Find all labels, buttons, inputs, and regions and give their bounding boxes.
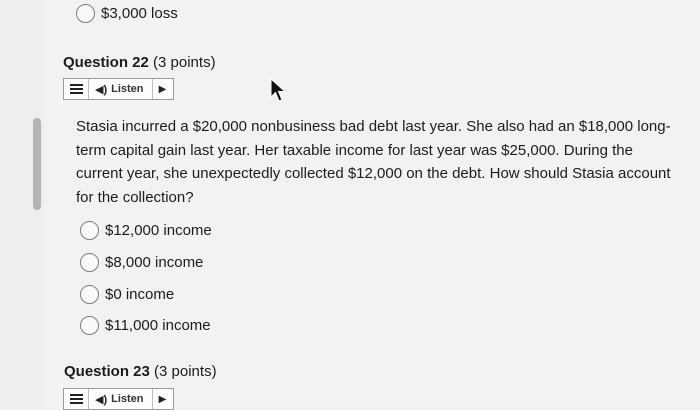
question-22-heading: Question 22 (3 points) bbox=[63, 54, 216, 71]
question-23-points: (3 points) bbox=[154, 363, 217, 380]
menu-icon bbox=[69, 84, 83, 94]
option-4-label: $11,000 income bbox=[105, 317, 211, 334]
menu-icon bbox=[69, 394, 83, 404]
radio-option-2[interactable] bbox=[80, 253, 99, 272]
question-22-title: Question 22 bbox=[63, 54, 149, 71]
question-23-heading: Question 23 (3 points) bbox=[64, 363, 217, 380]
play-icon: ▶ bbox=[158, 83, 167, 95]
radio-prev-option[interactable] bbox=[76, 4, 95, 23]
speaker-icon: ◀) bbox=[95, 393, 108, 406]
listen-button-q23[interactable]: ◀) Listen bbox=[89, 389, 153, 409]
listen-button[interactable]: ◀) Listen bbox=[89, 79, 153, 99]
question-23-title: Question 23 bbox=[64, 363, 150, 380]
play-button-q23[interactable]: ▶ bbox=[153, 389, 173, 409]
mouse-pointer-icon bbox=[270, 78, 287, 102]
listen-label: Listen bbox=[111, 83, 144, 95]
option-2-label: $8,000 income bbox=[105, 254, 204, 271]
prev-option-label: $3,000 loss bbox=[101, 5, 178, 22]
option-1-label: $12,000 income bbox=[105, 222, 212, 239]
speaker-icon: ◀) bbox=[95, 83, 108, 96]
listen-menu-button-q23[interactable] bbox=[64, 389, 89, 409]
radio-option-1[interactable] bbox=[80, 221, 99, 240]
question-22-points: (3 points) bbox=[153, 54, 216, 71]
radio-option-4[interactable] bbox=[80, 316, 99, 335]
option-3-label: $0 income bbox=[105, 286, 175, 303]
listen-menu-button[interactable] bbox=[64, 79, 89, 99]
play-icon: ▶ bbox=[158, 393, 167, 405]
listen-label-q23: Listen bbox=[111, 393, 144, 405]
play-button[interactable]: ▶ bbox=[153, 79, 173, 99]
listen-toolbar-q22: ◀) Listen ▶ bbox=[63, 78, 174, 100]
question-22-text: Stasia incurred a $20,000 nonbusiness ba… bbox=[76, 118, 671, 206]
radio-option-3[interactable] bbox=[80, 285, 99, 304]
scrollbar-thumb[interactable] bbox=[33, 118, 41, 210]
